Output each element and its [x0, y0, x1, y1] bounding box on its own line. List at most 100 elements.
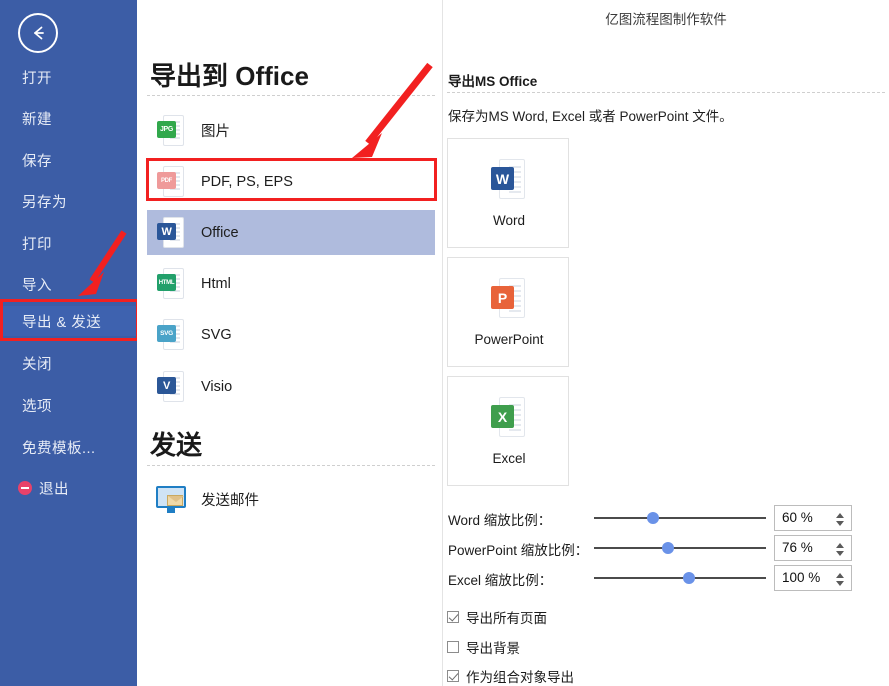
send-item-email[interactable]: 发送邮件: [147, 477, 435, 522]
sidebar-item-save[interactable]: 保存: [0, 145, 137, 175]
sidebar-item-label: 打开: [22, 67, 52, 88]
word-file-icon: W: [157, 217, 184, 248]
html-file-icon: HTML: [157, 268, 184, 299]
quit-icon: [18, 481, 32, 495]
sidebar-item-label: 保存: [22, 150, 52, 171]
checkbox-box: [447, 611, 459, 623]
export-item-label: PDF, PS, EPS: [201, 174, 293, 190]
window-title: 亿图流程图制作软件: [443, 8, 889, 28]
slider-track[interactable]: [594, 577, 766, 579]
checkbox-box: [447, 670, 459, 682]
word-icon-letter: W: [491, 167, 514, 190]
sidebar-item-save-as[interactable]: 另存为: [0, 186, 137, 216]
format-card-excel[interactable]: X Excel: [447, 376, 569, 486]
export-item-office[interactable]: W Office: [147, 210, 435, 255]
slider-label: PowerPoint 缩放比例：: [448, 539, 588, 559]
export-item-svg[interactable]: SVG SVG: [147, 312, 435, 357]
export-item-html[interactable]: HTML Html: [147, 261, 435, 306]
sidebar-item-label: 关闭: [22, 353, 52, 374]
export-item-visio[interactable]: V Visio: [147, 364, 435, 409]
slider-thumb-word[interactable]: [647, 512, 659, 524]
sidebar-item-label: 导出 & 发送: [22, 311, 101, 332]
sidebar-item-export-and-send[interactable]: 导出 & 发送: [0, 306, 137, 336]
export-item-label: 图片: [201, 120, 230, 141]
pdf-badge-label: PDF: [157, 172, 176, 189]
checkbox-label: 作为组合对象导出: [466, 666, 574, 686]
jpg-badge-label: JPG: [157, 121, 176, 138]
panel-divider-line: [447, 92, 885, 93]
stepper-arrows-icon[interactable]: [835, 506, 845, 532]
sidebar-item-new[interactable]: 新建: [0, 103, 137, 133]
jpg-file-icon: JPG: [157, 115, 184, 146]
export-item-image[interactable]: JPG 图片: [147, 108, 435, 153]
excel-icon-letter: X: [491, 405, 514, 428]
sidebar-item-label: 另存为: [22, 191, 67, 212]
sidebar-item-label: 免费模板...: [22, 437, 96, 458]
backstage-sidebar: 打开 新建 保存 另存为 打印 导入 导出 & 发送 关闭 选项 免费模板...…: [0, 0, 137, 686]
format-card-word[interactable]: W Word: [447, 138, 569, 248]
word-badge-label: W: [157, 223, 176, 240]
slider-track[interactable]: [594, 517, 766, 519]
stepper-arrows-icon[interactable]: [835, 566, 845, 592]
export-options-panel: 导出到 Office JPG 图片 PDF PDF, PS, EPS W Off…: [137, 0, 442, 686]
app-window: 打开 新建 保存 另存为 打印 导入 导出 & 发送 关闭 选项 免费模板...…: [0, 0, 889, 686]
panel-description: 保存为MS Word, Excel 或者 PowerPoint 文件。: [448, 105, 733, 125]
word-scale-value: 60 %: [782, 510, 813, 525]
export-item-label: SVG: [201, 327, 232, 343]
sidebar-item-options[interactable]: 选项: [0, 390, 137, 420]
sidebar-item-label: 退出: [39, 478, 69, 499]
sidebar-item-close[interactable]: 关闭: [0, 348, 137, 378]
checkbox-label: 导出背景: [466, 637, 520, 657]
format-card-label: Word: [448, 213, 570, 228]
sidebar-item-label: 导入: [22, 274, 52, 295]
back-arrow-icon[interactable]: [18, 13, 58, 53]
slider-row-powerpoint-scale: PowerPoint 缩放比例： 76 %: [447, 535, 887, 561]
checkbox-box: [447, 641, 459, 653]
format-card-powerpoint[interactable]: P PowerPoint: [447, 257, 569, 367]
section-divider: [147, 465, 435, 466]
checkbox-export-as-group-object[interactable]: 作为组合对象导出: [447, 666, 574, 686]
excel-scale-stepper[interactable]: 100 %: [774, 565, 852, 591]
export-item-label: Office: [201, 225, 239, 241]
panel-heading: 导出MS Office: [448, 70, 537, 90]
excel-scale-value: 100 %: [782, 570, 820, 585]
export-section-title: 导出到 Office: [150, 56, 309, 93]
pdf-file-icon: PDF: [157, 166, 184, 197]
slider-row-word-scale: Word 缩放比例： 60 %: [447, 505, 887, 531]
powerpoint-scale-stepper[interactable]: 76 %: [774, 535, 852, 561]
svg-badge-label: SVG: [157, 325, 176, 342]
sidebar-item-open[interactable]: 打开: [0, 62, 137, 92]
ms-office-export-panel: 亿图流程图制作软件 导出MS Office 保存为MS Word, Excel …: [443, 0, 889, 686]
sidebar-item-import[interactable]: 导入: [0, 269, 137, 299]
sidebar-item-quit[interactable]: 退出: [0, 473, 137, 503]
checkbox-export-background[interactable]: 导出背景: [447, 637, 520, 657]
sidebar-item-label: 新建: [22, 108, 52, 129]
slider-track[interactable]: [594, 547, 766, 549]
slider-row-excel-scale: Excel 缩放比例： 100 %: [447, 565, 887, 591]
sidebar-item-free-templates[interactable]: 免费模板...: [0, 432, 137, 462]
svg-file-icon: SVG: [157, 319, 184, 350]
send-item-label: 发送邮件: [201, 489, 259, 510]
sidebar-item-label: 选项: [22, 395, 52, 416]
format-card-label: PowerPoint: [448, 332, 570, 347]
slider-label: Word 缩放比例：: [448, 509, 551, 529]
powerpoint-icon-letter: P: [491, 286, 514, 309]
sidebar-item-label: 打印: [22, 233, 52, 254]
checkbox-export-all-pages[interactable]: 导出所有页面: [447, 607, 547, 627]
slider-thumb-excel[interactable]: [683, 572, 695, 584]
visio-file-icon: V: [157, 371, 184, 402]
html-badge-label: HTML: [157, 274, 176, 291]
export-item-pdf-ps-eps[interactable]: PDF PDF, PS, EPS: [147, 159, 435, 204]
visio-badge-label: V: [157, 377, 176, 394]
export-item-label: Html: [201, 276, 231, 292]
export-item-label: Visio: [201, 379, 232, 395]
word-scale-stepper[interactable]: 60 %: [774, 505, 852, 531]
sidebar-item-print[interactable]: 打印: [0, 228, 137, 258]
slider-thumb-powerpoint[interactable]: [662, 542, 674, 554]
section-divider: [147, 95, 435, 96]
checkbox-label: 导出所有页面: [466, 607, 547, 627]
send-section-title: 发送: [150, 425, 202, 462]
stepper-arrows-icon[interactable]: [835, 536, 845, 562]
excel-icon: X: [491, 397, 525, 437]
powerpoint-icon: P: [491, 278, 525, 318]
